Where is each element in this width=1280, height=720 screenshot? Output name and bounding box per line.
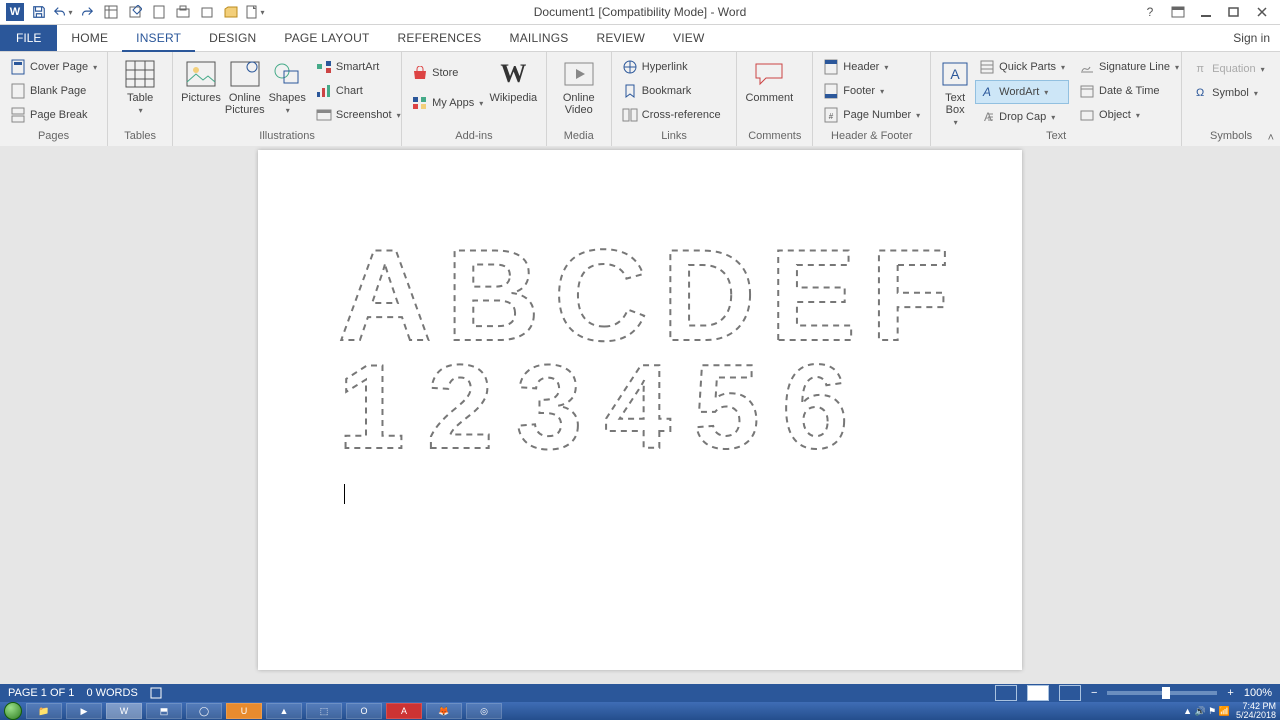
word-count[interactable]: 0 WORDS xyxy=(86,687,137,699)
cover-page-button[interactable]: Cover Page▾ xyxy=(6,56,101,78)
online-pictures-button[interactable]: Online Pictures xyxy=(223,54,267,116)
qat-icon[interactable] xyxy=(172,2,194,22)
document-page[interactable]: ABCDEF 123456 xyxy=(258,150,1022,670)
tab-design[interactable]: DESIGN xyxy=(195,25,270,51)
taskbar-explorer-icon[interactable]: 📁 xyxy=(26,703,62,719)
web-layout-icon[interactable] xyxy=(1059,685,1081,701)
read-mode-icon[interactable] xyxy=(995,685,1017,701)
spellcheck-icon[interactable] xyxy=(150,687,166,699)
screenshot-button[interactable]: Screenshot▾ xyxy=(312,104,405,126)
text-cursor xyxy=(344,484,345,504)
tab-page-layout[interactable]: PAGE LAYOUT xyxy=(270,25,383,51)
close-icon[interactable] xyxy=(1250,2,1274,22)
ribbon: Cover Page▾ Blank Page Page Break Pages … xyxy=(0,52,1280,149)
redo-icon[interactable] xyxy=(76,2,98,22)
wikipedia-button[interactable]: WWikipedia xyxy=(487,54,539,104)
svg-text:#: # xyxy=(829,112,834,121)
taskbar-app-icon[interactable]: ⬚ xyxy=(306,703,342,719)
signature-line-button[interactable]: Signature Line▾ xyxy=(1075,56,1183,78)
store-button[interactable]: Store xyxy=(408,62,487,84)
ribbon-options-icon[interactable] xyxy=(1166,2,1190,22)
system-tray[interactable]: ▲ 🔊 ⚑ 📶 7:42 PM5/24/2018 xyxy=(1183,702,1276,720)
taskbar-uc-icon[interactable]: U xyxy=(226,703,262,719)
qat-icon[interactable] xyxy=(100,2,122,22)
quick-access-toolbar: W ▾ ▾ Document1 [Compatibility Mode] - W… xyxy=(0,0,1280,25)
smartart-button[interactable]: SmartArt xyxy=(312,56,405,78)
ribbon-tabs: FILE HOME INSERT DESIGN PAGE LAYOUT REFE… xyxy=(0,25,1280,52)
maximize-icon[interactable] xyxy=(1222,2,1246,22)
tab-review[interactable]: REVIEW xyxy=(582,25,659,51)
object-button[interactable]: Object▾ xyxy=(1075,104,1183,126)
zoom-slider[interactable] xyxy=(1107,691,1217,695)
save-icon[interactable] xyxy=(28,2,50,22)
text-box-button[interactable]: AText Box▾ xyxy=(937,54,973,127)
tab-references[interactable]: REFERENCES xyxy=(384,25,496,51)
wordart-button[interactable]: AWordArt▾ xyxy=(975,80,1069,104)
tray-icons[interactable]: ▲ 🔊 ⚑ 📶 xyxy=(1183,706,1230,717)
page-number-button[interactable]: #Page Number▾ xyxy=(819,104,924,126)
comment-button[interactable]: Comment xyxy=(743,54,795,104)
taskbar-opera-icon[interactable]: O xyxy=(346,703,382,719)
taskbar-word-icon[interactable]: W xyxy=(106,703,142,719)
word-logo: W xyxy=(4,2,26,22)
bookmark-button[interactable]: Bookmark xyxy=(618,80,725,102)
tab-mailings[interactable]: MAILINGS xyxy=(496,25,583,51)
undo-icon[interactable]: ▾ xyxy=(52,2,74,22)
svg-text:A: A xyxy=(982,85,991,99)
taskbar-vlc-icon[interactable]: ▲ xyxy=(266,703,302,719)
qat-icon[interactable] xyxy=(124,2,146,22)
windows-taskbar: 📁 ▶ W ⬒ ◯ U ▲ ⬚ O A 🦊 ◎ ▲ 🔊 ⚑ 📶 7:42 PM5… xyxy=(0,702,1280,720)
document-workspace[interactable]: ABCDEF 123456 xyxy=(0,146,1280,684)
blank-page-button[interactable]: Blank Page xyxy=(6,80,101,102)
drop-cap-button[interactable]: ADrop Cap▾ xyxy=(975,106,1069,128)
zoom-level[interactable]: 100% xyxy=(1244,687,1272,699)
page-break-button[interactable]: Page Break xyxy=(6,104,101,126)
hyperlink-button[interactable]: Hyperlink xyxy=(618,56,725,78)
tab-view[interactable]: VIEW xyxy=(659,25,718,51)
sign-in-link[interactable]: Sign in xyxy=(1233,25,1270,51)
status-bar: PAGE 1 OF 1 0 WORDS − + 100% xyxy=(0,684,1280,702)
shapes-button[interactable]: Shapes▾ xyxy=(267,54,308,115)
qat-icon[interactable]: ▾ xyxy=(244,2,266,22)
svg-text:A: A xyxy=(950,66,960,82)
tab-file[interactable]: FILE xyxy=(0,25,57,51)
header-button[interactable]: Header▾ xyxy=(819,56,924,78)
tab-home[interactable]: HOME xyxy=(57,25,122,51)
cross-reference-button[interactable]: Cross-reference xyxy=(618,104,725,126)
taskbar-app-icon[interactable]: ◎ xyxy=(466,703,502,719)
taskbar-chrome-icon[interactable]: ◯ xyxy=(186,703,222,719)
minimize-icon[interactable] xyxy=(1194,2,1218,22)
online-video-button[interactable]: Online Video xyxy=(553,54,605,116)
start-button[interactable] xyxy=(4,702,22,720)
my-apps-button[interactable]: My Apps▾ xyxy=(408,92,487,114)
qat-icon[interactable] xyxy=(148,2,170,22)
quick-parts-button[interactable]: Quick Parts▾ xyxy=(975,56,1069,78)
help-icon[interactable]: ? xyxy=(1138,2,1162,22)
zoom-in-icon[interactable]: + xyxy=(1227,687,1233,699)
taskbar-pdf-icon[interactable]: A xyxy=(386,703,422,719)
collapse-ribbon-icon[interactable]: ˄ xyxy=(1268,132,1274,144)
taskbar-firefox-icon[interactable]: 🦊 xyxy=(426,703,462,719)
chart-button[interactable]: Chart xyxy=(312,80,405,102)
svg-text:ABCDEF: ABCDEF xyxy=(338,240,958,360)
table-button[interactable]: Table▾ xyxy=(114,54,166,115)
taskbar-media-icon[interactable]: ▶ xyxy=(66,703,102,719)
traced-numbers: 123456 xyxy=(338,360,958,470)
qat-icon[interactable] xyxy=(196,2,218,22)
taskbar-app-icon[interactable]: ⬒ xyxy=(146,703,182,719)
pictures-button[interactable]: Pictures xyxy=(179,54,223,104)
symbol-button[interactable]: ΩSymbol▾ xyxy=(1188,82,1268,104)
page-indicator[interactable]: PAGE 1 OF 1 xyxy=(8,687,74,699)
zoom-out-icon[interactable]: − xyxy=(1091,687,1097,699)
date-time-button[interactable]: Date & Time xyxy=(1075,80,1183,102)
footer-button[interactable]: Footer▾ xyxy=(819,80,924,102)
traced-letters: ABCDEF xyxy=(338,240,958,360)
tab-insert[interactable]: INSERT xyxy=(122,25,195,52)
print-layout-icon[interactable] xyxy=(1027,685,1049,701)
equation-button[interactable]: πEquation▾ xyxy=(1188,58,1268,80)
qat-icon[interactable] xyxy=(220,2,242,22)
svg-text:123456: 123456 xyxy=(338,360,870,470)
